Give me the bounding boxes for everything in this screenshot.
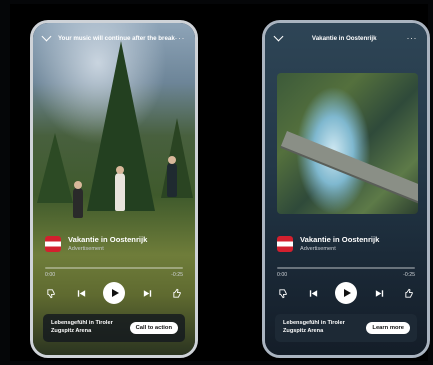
thumbs-down-icon[interactable] xyxy=(43,285,59,301)
ad-title: Vakantie in Oostenrijk xyxy=(300,235,380,244)
call-to-action-button[interactable]: Call to action xyxy=(129,322,178,334)
waterfall-artwork-image xyxy=(277,73,418,214)
left-phone: Your music will continue after the break… xyxy=(30,20,198,358)
more-options-icon[interactable]: ··· xyxy=(407,33,418,43)
skip-previous-icon[interactable] xyxy=(305,285,321,301)
time-elapsed: 0:00 xyxy=(45,272,56,278)
play-icon[interactable] xyxy=(335,282,357,304)
progress-bar[interactable]: 0:00 -0:25 xyxy=(277,267,415,278)
time-remaining: -0:25 xyxy=(403,272,415,278)
ad-subtitle: Advertisement xyxy=(68,246,104,252)
right-phone: Vakantie in Oostenrijk ··· Vakantie in O… xyxy=(262,20,430,358)
top-bar-title: Your music will continue after the break xyxy=(58,34,175,42)
skip-previous-icon[interactable] xyxy=(73,285,89,301)
thumbs-down-icon[interactable] xyxy=(275,285,291,301)
thumbs-up-icon[interactable] xyxy=(401,285,417,301)
cta-label: Lebensgefühl in Tiroler Zugspitz Arena xyxy=(283,320,345,334)
playback-controls xyxy=(43,281,185,305)
thumbs-up-icon[interactable] xyxy=(169,285,185,301)
skip-next-icon[interactable] xyxy=(139,285,155,301)
ad-title: Vakantie in Oostenrijk xyxy=(68,235,148,244)
progress-track[interactable] xyxy=(277,267,415,269)
cta-card[interactable]: Lebensgefühl in Tiroler Zugspitz Arena L… xyxy=(275,314,417,342)
top-bar-title: Vakantie in Oostenrijk xyxy=(311,34,377,42)
ad-info: Vakantie in Oostenrijk Advertisement xyxy=(277,235,415,252)
top-bar: Vakantie in Oostenrijk ··· xyxy=(265,23,427,53)
cta-label: Lebensgefühl in Tiroler Zugspitz Arena xyxy=(51,320,113,334)
cta-card[interactable]: Lebensgefühl in Tiroler Zugspitz Arena C… xyxy=(43,314,185,342)
ad-comparison-stage: Your music will continue after the break… xyxy=(10,4,430,361)
hiking-scene-image xyxy=(33,23,195,355)
time-remaining: -0:25 xyxy=(171,272,183,278)
playback-controls xyxy=(275,281,417,305)
learn-more-button[interactable]: Learn more xyxy=(366,322,410,334)
progress-bar[interactable]: 0:00 -0:25 xyxy=(45,267,183,278)
ad-info: Vakantie in Oostenrijk Advertisement xyxy=(45,235,183,252)
austria-flag-icon xyxy=(277,235,293,252)
more-options-icon[interactable]: ··· xyxy=(175,33,186,43)
play-icon[interactable] xyxy=(103,282,125,304)
time-elapsed: 0:00 xyxy=(277,272,288,278)
ad-subtitle: Advertisement xyxy=(300,246,336,252)
skip-next-icon[interactable] xyxy=(371,285,387,301)
austria-flag-icon xyxy=(45,235,61,252)
progress-track[interactable] xyxy=(45,267,183,269)
top-bar: Your music will continue after the break… xyxy=(33,23,195,53)
